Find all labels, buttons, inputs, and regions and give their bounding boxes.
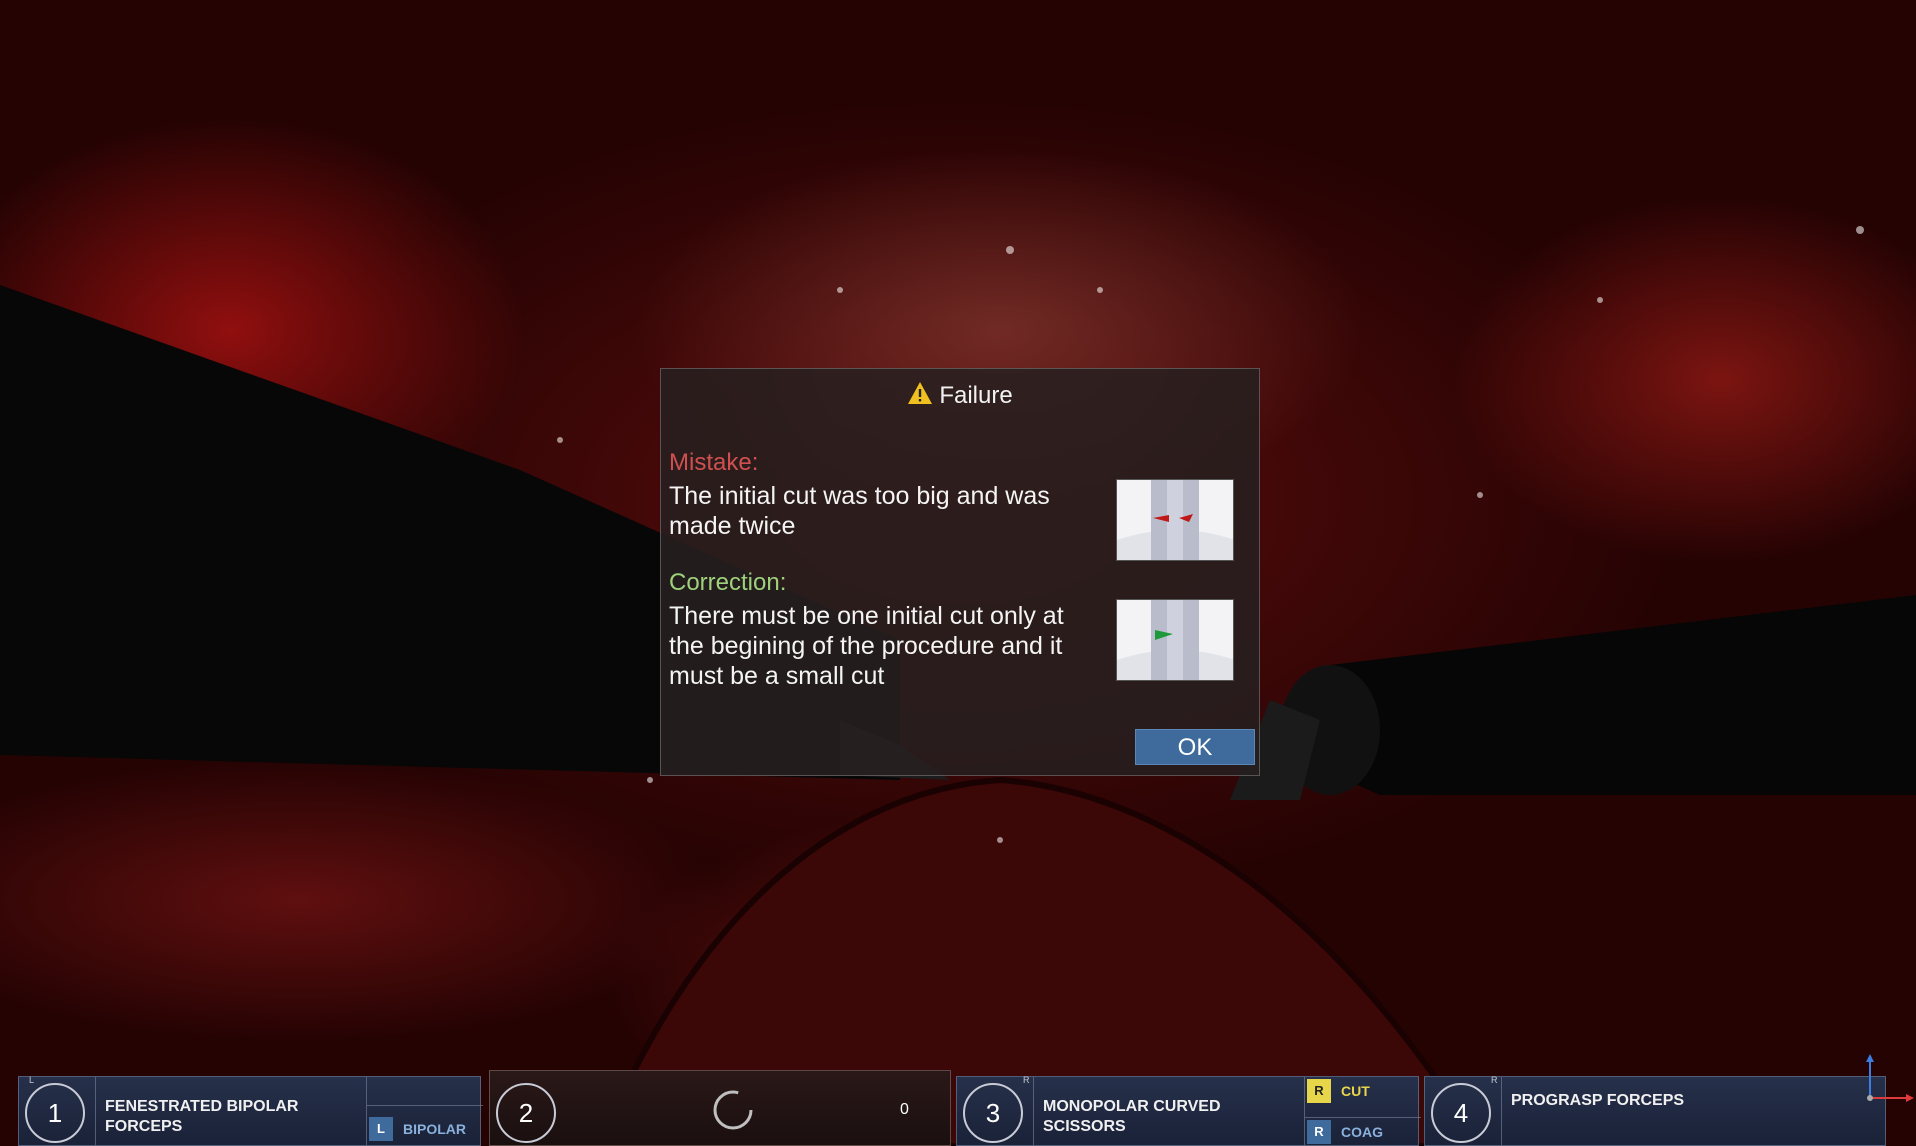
mode-row-empty xyxy=(367,1077,483,1106)
divider xyxy=(95,1077,96,1145)
divider xyxy=(1033,1077,1034,1145)
slot-3-energy-mode: R CUT R COAG xyxy=(1304,1077,1421,1145)
slot-3-side-indicator: R xyxy=(1023,1075,1030,1085)
correction-label: Correction: xyxy=(669,569,787,596)
slot-4-number: 4 xyxy=(1431,1083,1491,1143)
instrument-slot-1[interactable]: L 1 FENESTRATED BIPOLAR FORCEPS L BIPOLA… xyxy=(18,1075,483,1146)
slot-1-number: 1 xyxy=(25,1083,85,1143)
cut-label: CUT xyxy=(1341,1083,1370,1099)
loading-spinner-icon xyxy=(710,1087,756,1138)
bipolar-key: L xyxy=(369,1117,393,1141)
slot-4-instrument-name: PROGRASP FORCEPS xyxy=(1511,1092,1685,1109)
bipolar-mode-row[interactable]: L BIPOLAR xyxy=(367,1117,483,1145)
correction-illustration xyxy=(1116,599,1234,681)
slot-1-instrument-name: FENESTRATED BIPOLAR FORCEPS xyxy=(105,1098,299,1135)
camera-axis-icon xyxy=(1820,1050,1916,1115)
coag-key: R xyxy=(1307,1120,1331,1144)
slot-4-side-indicator: R xyxy=(1491,1075,1498,1085)
instrument-slot-4[interactable]: R 4 PROGRASP FORCEPS xyxy=(1424,1075,1886,1146)
cut-mode-row[interactable]: R CUT xyxy=(1305,1079,1421,1107)
mistake-illustration xyxy=(1116,479,1234,561)
warning-triangle-icon xyxy=(907,381,933,412)
mistake-text: The initial cut was too big and was made… xyxy=(669,482,1050,540)
correction-text: There must be one initial cut only at th… xyxy=(669,602,1064,690)
slot-2-counter: 0 xyxy=(900,1101,909,1118)
bipolar-label: BIPOLAR xyxy=(403,1121,466,1137)
mistake-label: Mistake: xyxy=(669,449,759,476)
coag-mode-row[interactable]: R COAG xyxy=(1305,1117,1421,1146)
dialog-title-text: Failure xyxy=(939,382,1013,409)
coag-label: COAG xyxy=(1341,1124,1383,1140)
right-instrument-shaft xyxy=(1300,595,1916,795)
divider xyxy=(1501,1077,1502,1145)
failure-dialog: Failure Mistake: The initial cut was too… xyxy=(660,368,1260,776)
cut-key: R xyxy=(1307,1079,1331,1103)
slot-2-number: 2 xyxy=(496,1083,556,1143)
slot-1-energy-mode: L BIPOLAR xyxy=(366,1077,483,1145)
instrument-slot-3[interactable]: R 3 MONOPOLAR CURVED SCISSORS R CUT R CO… xyxy=(956,1075,1421,1146)
slot-1-side-indicator: L xyxy=(29,1075,35,1085)
instrument-slot-2[interactable]: 2 0 xyxy=(489,1070,951,1146)
ok-button[interactable]: OK xyxy=(1135,729,1255,765)
dialog-title: Failure xyxy=(661,381,1259,412)
slot-3-instrument-name: MONOPOLAR CURVED SCISSORS xyxy=(1043,1098,1221,1135)
instrument-toolbar: L 1 FENESTRATED BIPOLAR FORCEPS L BIPOLA… xyxy=(0,1070,1916,1146)
slot-3-number: 3 xyxy=(963,1083,1023,1143)
